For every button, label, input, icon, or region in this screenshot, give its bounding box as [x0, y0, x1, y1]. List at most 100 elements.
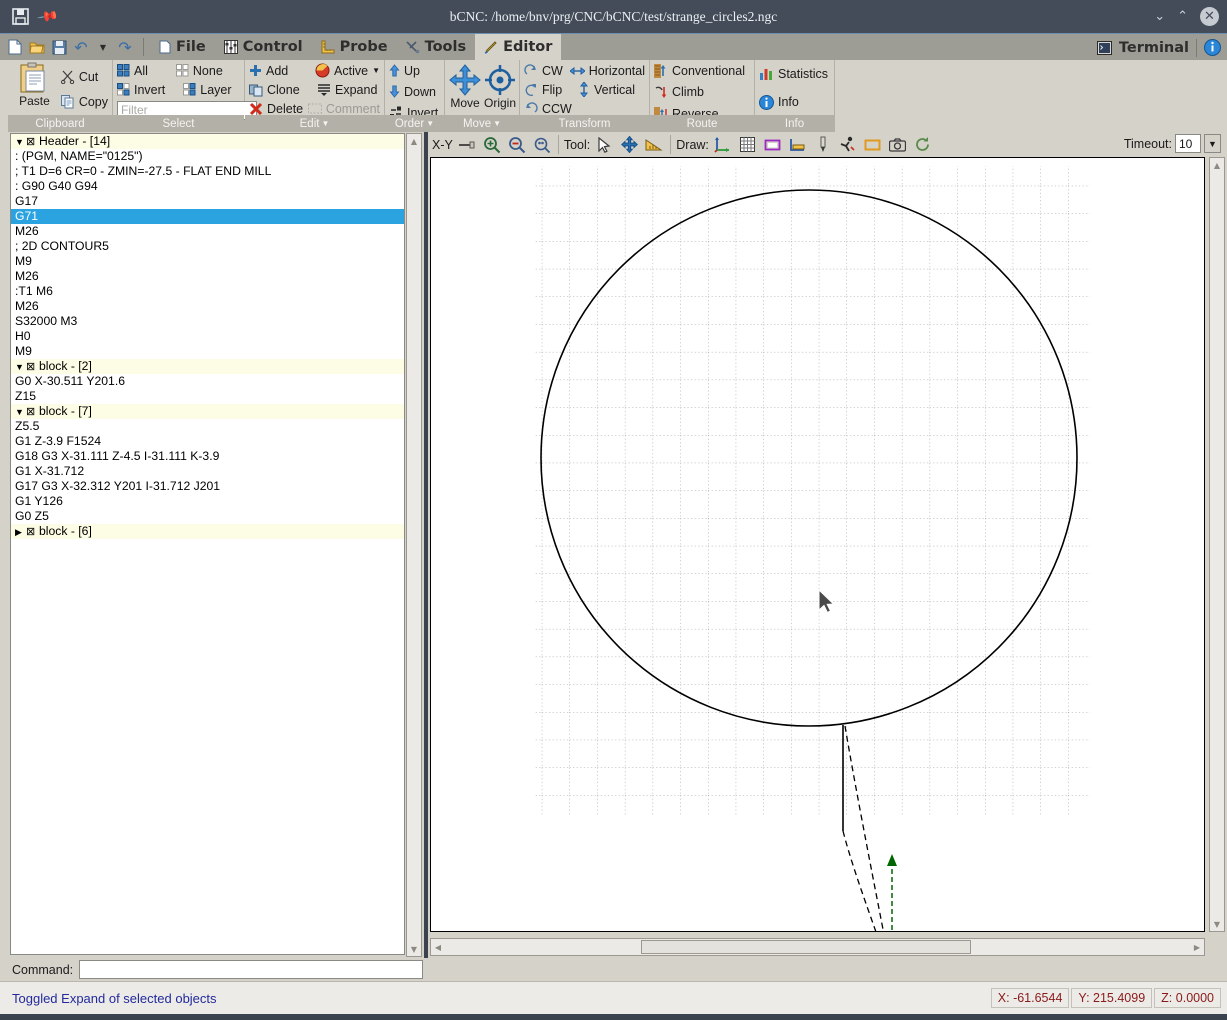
tree-vertical-scrollbar[interactable]: ▲ ▼ [406, 133, 422, 957]
pin-icon[interactable]: 📌 [36, 5, 59, 28]
enable-checkbox-icon[interactable]: ⊠ [26, 525, 39, 540]
new-file-icon[interactable] [5, 37, 25, 57]
path-icon[interactable] [837, 134, 859, 155]
select-pointer-icon[interactable] [593, 134, 615, 155]
grid-icon[interactable] [737, 134, 759, 155]
tree-group-row[interactable]: ▶ ⊠ block - [6] [11, 524, 404, 539]
info-icon[interactable] [1204, 39, 1221, 56]
scroll-left-arrow-icon[interactable]: ◀ [431, 940, 445, 954]
tree-line-row[interactable]: G0 Z5 [11, 509, 404, 524]
tab-probe[interactable]: Probe [312, 34, 397, 61]
order-up-button[interactable]: Up [389, 62, 420, 79]
tree-line-row[interactable]: G17 [11, 194, 404, 209]
undo-dropdown-icon[interactable]: ▼ [93, 37, 113, 57]
open-folder-icon[interactable] [27, 37, 47, 57]
info-button[interactable]: Info [759, 94, 799, 111]
select-layer-button[interactable]: Layer [183, 81, 232, 98]
tree-line-row[interactable]: Z15 [11, 389, 404, 404]
group-label-move[interactable]: Move ▼ [445, 115, 519, 132]
zoom-in-icon[interactable] [481, 134, 503, 155]
mirror-horizontal-button[interactable]: Horizontal [569, 62, 645, 79]
gcode-canvas[interactable] [430, 157, 1205, 932]
tree-line-row[interactable]: :T1 M6 [11, 284, 404, 299]
workarea-icon[interactable] [787, 134, 809, 155]
redo-icon[interactable]: ↷ [115, 37, 135, 57]
reset-icon[interactable] [912, 134, 934, 155]
tab-editor[interactable]: Editor [475, 33, 562, 61]
scroll-down-arrow-icon[interactable]: ▼ [407, 942, 421, 956]
gcode-tree[interactable]: ▼ ⊠ Header - [14]: (PGM, NAME="0125"); T1 … [10, 133, 405, 955]
view-dropdown-icon[interactable] [456, 134, 478, 155]
tree-line-row[interactable]: G71 [11, 209, 404, 224]
climb-button[interactable]: Climb [654, 84, 704, 101]
canvas-vertical-scrollbar[interactable]: ▲ ▼ [1209, 157, 1225, 932]
tree-line-row[interactable]: M9 [11, 344, 404, 359]
copy-button[interactable]: Copy [60, 93, 108, 110]
tree-line-row[interactable]: G1 Y126 [11, 494, 404, 509]
rapid-icon[interactable] [862, 134, 884, 155]
tree-line-row[interactable]: H0 [11, 329, 404, 344]
save-icon[interactable] [49, 37, 69, 57]
scroll-down-arrow-icon[interactable]: ▼ [1210, 917, 1224, 931]
move-button[interactable]: Move [449, 64, 481, 115]
group-label-edit[interactable]: Edit ▼ [245, 115, 384, 132]
tree-line-row[interactable]: G18 G3 X-31.111 Z-4.5 I-31.111 K-3.9 [11, 449, 404, 464]
axes-icon[interactable] [712, 134, 734, 155]
tree-line-row[interactable]: M26 [11, 299, 404, 314]
enable-checkbox-icon[interactable]: ⊠ [26, 405, 39, 420]
origin-button[interactable]: Origin [484, 64, 516, 115]
margin-icon[interactable] [762, 134, 784, 155]
probe-icon[interactable] [812, 134, 834, 155]
expand-triangle-icon[interactable]: ▼ [15, 405, 26, 420]
zoom-out-icon[interactable] [506, 134, 528, 155]
select-invert-button[interactable]: Invert [117, 81, 165, 98]
enable-checkbox-icon[interactable]: ⊠ [26, 135, 39, 150]
terminal-button[interactable]: Terminal [1119, 34, 1189, 61]
command-input[interactable] [79, 960, 424, 979]
close-button[interactable]: ✕ [1200, 7, 1219, 26]
tree-line-row[interactable]: M26 [11, 269, 404, 284]
paste-button[interactable]: Paste [12, 62, 57, 108]
add-button[interactable]: Add [249, 62, 315, 79]
undo-icon[interactable]: ↶ [71, 37, 91, 57]
maximize-button[interactable]: ⌃ [1177, 10, 1188, 23]
tree-group-row[interactable]: ▼ ⊠ block - [2] [11, 359, 404, 374]
tree-line-row[interactable]: G1 X-31.712 [11, 464, 404, 479]
enable-checkbox-icon[interactable]: ⊠ [26, 360, 39, 375]
tab-control[interactable]: Control [215, 34, 312, 61]
scrollbar-thumb[interactable] [641, 940, 971, 954]
tree-line-row[interactable]: ; T1 D=6 CR=0 - ZMIN=-27.5 - FLAT END MI… [11, 164, 404, 179]
cut-button[interactable]: Cut [60, 68, 108, 85]
group-label-order[interactable]: Order ▼ [385, 115, 444, 132]
tree-line-row[interactable]: G0 X-30.511 Y201.6 [11, 374, 404, 389]
expand-triangle-icon[interactable]: ▼ [15, 360, 26, 375]
tree-line-row[interactable]: S32000 M3 [11, 314, 404, 329]
tree-line-row[interactable]: M26 [11, 224, 404, 239]
ruler-measure-icon[interactable] [643, 134, 665, 155]
statistics-button[interactable]: Statistics [759, 65, 828, 82]
expand-triangle-icon[interactable]: ▼ [15, 135, 26, 150]
camera-icon[interactable] [887, 134, 909, 155]
rotate-cw-button[interactable]: CW [524, 62, 570, 79]
select-all-button[interactable]: All [117, 62, 148, 79]
scroll-up-arrow-icon[interactable]: ▲ [1210, 158, 1224, 172]
conventional-button[interactable]: Conventional [654, 62, 745, 79]
active-button[interactable]: Active ▼ [315, 62, 380, 79]
select-none-button[interactable]: None [175, 62, 223, 79]
tree-group-row[interactable]: ▼ ⊠ Header - [14] [11, 134, 404, 149]
tree-line-row[interactable]: M9 [11, 254, 404, 269]
pan-move-icon[interactable] [618, 134, 640, 155]
order-down-button[interactable]: Down [389, 83, 436, 100]
tab-tools[interactable]: Tools [397, 34, 476, 61]
timeout-value[interactable]: 10 [1175, 134, 1201, 153]
tab-file[interactable]: File [150, 34, 215, 61]
tree-line-row[interactable]: Z5.5 [11, 419, 404, 434]
scroll-up-arrow-icon[interactable]: ▲ [407, 134, 421, 148]
collapse-triangle-icon[interactable]: ▶ [15, 525, 26, 540]
expand-button[interactable]: Expand [317, 81, 377, 98]
scroll-right-arrow-icon[interactable]: ▶ [1190, 940, 1204, 954]
zoom-fit-icon[interactable] [531, 134, 553, 155]
tree-line-row[interactable]: : G90 G40 G94 [11, 179, 404, 194]
tree-line-row[interactable]: ; 2D CONTOUR5 [11, 239, 404, 254]
canvas-horizontal-scrollbar[interactable]: ◀ ▶ [430, 938, 1205, 956]
